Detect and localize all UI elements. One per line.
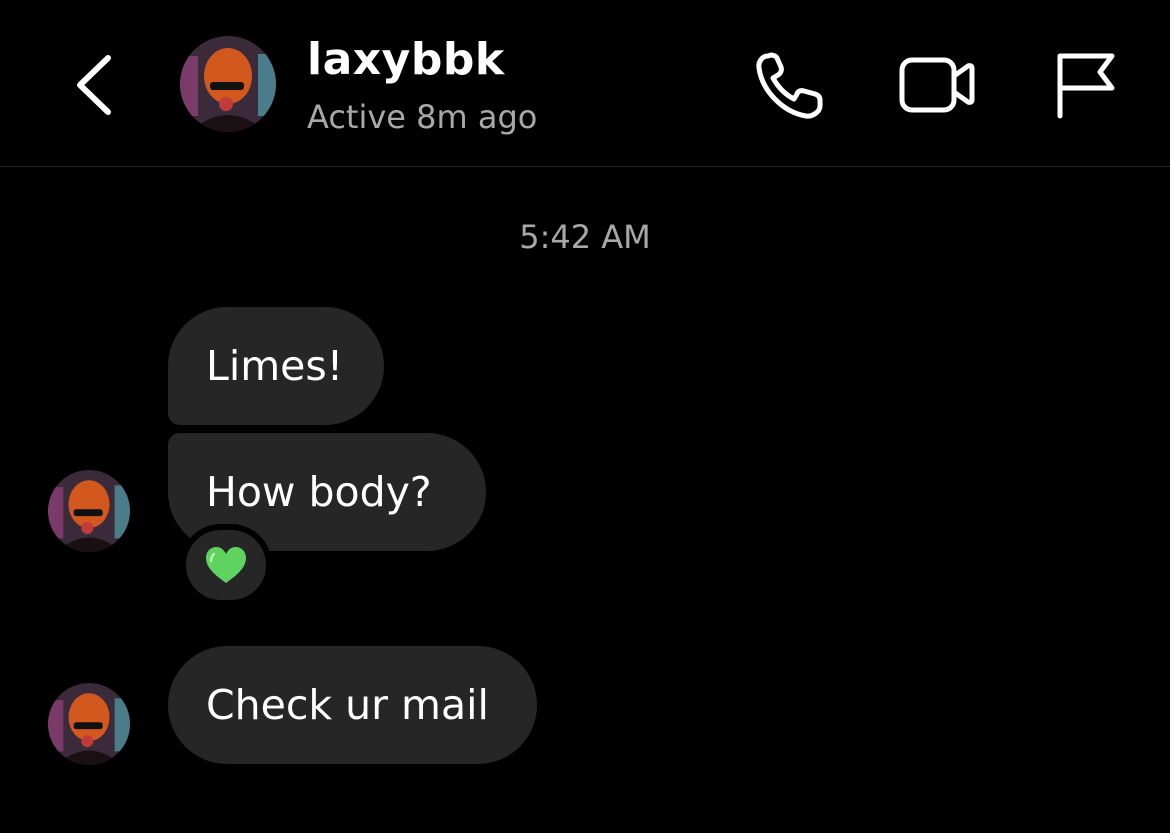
report-button[interactable]	[1052, 50, 1118, 120]
message-bubble[interactable]: Check ur mail	[168, 646, 537, 764]
dm-thread-screen: laxybbk Active 8m ago 5:42 AM Limes! How…	[0, 0, 1170, 833]
green-heart-icon	[206, 547, 246, 583]
avatar-image	[48, 683, 130, 765]
chevron-left-icon	[77, 55, 111, 115]
message-text: Limes!	[206, 342, 344, 390]
avatar-image	[180, 36, 276, 132]
message-reaction[interactable]	[180, 524, 272, 606]
profile-avatar[interactable]	[180, 36, 276, 132]
video-call-button[interactable]	[898, 52, 978, 116]
chat-header: laxybbk Active 8m ago	[0, 0, 1170, 167]
message-timestamp: 5:42 AM	[519, 218, 651, 256]
sender-avatar[interactable]	[48, 470, 130, 552]
message-bubble[interactable]: Limes!	[168, 307, 384, 425]
avatar-image	[48, 470, 130, 552]
message-text: How body?	[206, 468, 432, 516]
audio-call-button[interactable]	[752, 50, 828, 122]
active-status: Active 8m ago	[307, 98, 538, 136]
message-text: Check ur mail	[206, 681, 489, 729]
video-camera-icon	[899, 57, 975, 113]
flag-icon	[1057, 53, 1115, 119]
chat-username[interactable]: laxybbk	[307, 34, 505, 85]
back-button[interactable]	[70, 50, 120, 120]
sender-avatar[interactable]	[48, 683, 130, 765]
phone-icon	[756, 52, 823, 119]
